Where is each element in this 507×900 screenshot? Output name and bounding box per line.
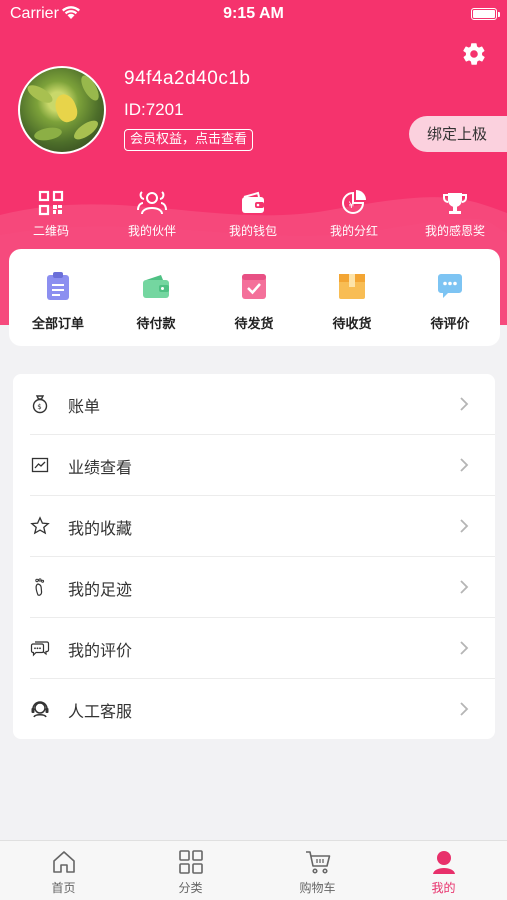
chevron-right-icon [460,458,469,472]
menu-item-favorites[interactable]: 我的收藏 [13,496,495,557]
order-label: 待付款 [136,317,176,332]
clock: 9:15 AM [223,5,284,22]
headset-icon [31,701,49,718]
clipboard-icon [47,272,69,300]
tab-category[interactable]: 分类 [127,849,254,896]
shortcut-label: 我的伙伴 [127,224,176,238]
order-pending-payment[interactable]: 待付款 [107,271,205,332]
chat-icon [438,274,462,298]
status-bar: Carrier 9:15 AM [0,0,507,30]
dividend-icon: ¥ [342,190,366,214]
bind-superior-button[interactable]: 绑定上极 [409,116,507,152]
shortcut-dividend[interactable]: ¥ 我的分红 [304,190,404,239]
settings-gear-icon[interactable] [461,41,487,67]
menu-item-label: 我的足迹 [68,580,133,599]
grid-icon [178,850,203,874]
comment-icon [30,641,50,657]
wallet-icon [143,275,169,298]
tab-mine[interactable]: 我的 [380,849,507,896]
order-label: 待发货 [234,317,274,332]
menu-item-label: 我的评价 [68,641,133,660]
tab-label: 分类 [178,881,203,895]
shortcut-gratitude-award[interactable]: 我的感恩奖 [405,190,505,239]
menu-item-my-reviews[interactable]: 我的评价 [13,618,495,679]
wallet-icon [242,191,264,213]
menu-item-customer-service[interactable]: 人工客服 [13,679,495,740]
trophy-icon [443,193,467,214]
order-label: 待评价 [430,317,470,332]
chevron-right-icon [460,519,469,533]
tab-label: 我的 [431,881,456,895]
chevron-right-icon [460,397,469,411]
shortcut-partners[interactable]: 我的伙伴 [102,190,202,239]
cart-icon [305,851,330,874]
check-box-icon [242,274,266,299]
menu-item-performance[interactable]: 业绩查看 [13,435,495,496]
partners-icon [137,191,167,215]
order-label: 全部订单 [31,317,84,332]
order-pending-review[interactable]: 待评价 [401,271,499,332]
svg-text:$: $ [37,403,41,411]
tab-label: 购物车 [299,881,336,895]
tab-label: 首页 [51,881,76,895]
member-benefits-link[interactable]: 会员权益，点击查看 [124,129,254,151]
chevron-right-icon [460,580,469,594]
qr-code-icon [38,190,64,216]
shortcut-label: 我的分红 [329,224,378,238]
menu-list: $ 账单 业绩查看 我的收藏 我的足迹 我的评价 人工客服 [13,374,495,739]
battery-icon [471,8,497,20]
menu-item-label: 业绩查看 [68,458,133,477]
star-icon [30,516,50,535]
footprint-icon [35,578,45,596]
shortcut-label: 我的钱包 [228,224,277,238]
shortcut-label: 我的感恩奖 [424,224,485,238]
shortcut-label: 二维码 [32,224,69,238]
username: 94f4a2d40c1b [124,68,251,89]
menu-item-label: 账单 [68,397,101,416]
money-bag-icon: $ [32,395,48,414]
person-icon [432,851,455,874]
order-pending-shipment[interactable]: 待发货 [205,271,303,332]
chevron-right-icon [460,702,469,716]
menu-item-bills[interactable]: $ 账单 [13,374,495,435]
chart-icon [31,457,49,473]
chevron-right-icon [460,641,469,655]
order-pending-receipt[interactable]: 待收货 [303,271,401,332]
order-all[interactable]: 全部订单 [9,271,107,332]
menu-item-footprints[interactable]: 我的足迹 [13,557,495,618]
shortcut-row: 二维码 我的伙伴 我的钱包 ¥ 我的分红 我的感恩奖 [0,190,507,245]
avatar[interactable] [18,66,106,154]
tab-cart[interactable]: 购物车 [254,849,381,896]
shortcut-wallet[interactable]: 我的钱包 [203,190,303,239]
home-icon [52,851,75,873]
bottom-tab-bar: 首页 分类 购物车 我的 [0,840,507,900]
package-icon [339,274,365,299]
menu-item-label: 我的收藏 [68,519,133,538]
svg-text:¥: ¥ [349,201,355,211]
order-status-card: 全部订单 待付款 待发货 待收货 待评价 [9,249,500,346]
order-label: 待收货 [332,317,372,332]
menu-item-label: 人工客服 [68,702,133,721]
shortcut-qr-code[interactable]: 二维码 [1,190,101,239]
user-id: ID:7201 [124,100,184,119]
tab-home[interactable]: 首页 [0,849,127,896]
